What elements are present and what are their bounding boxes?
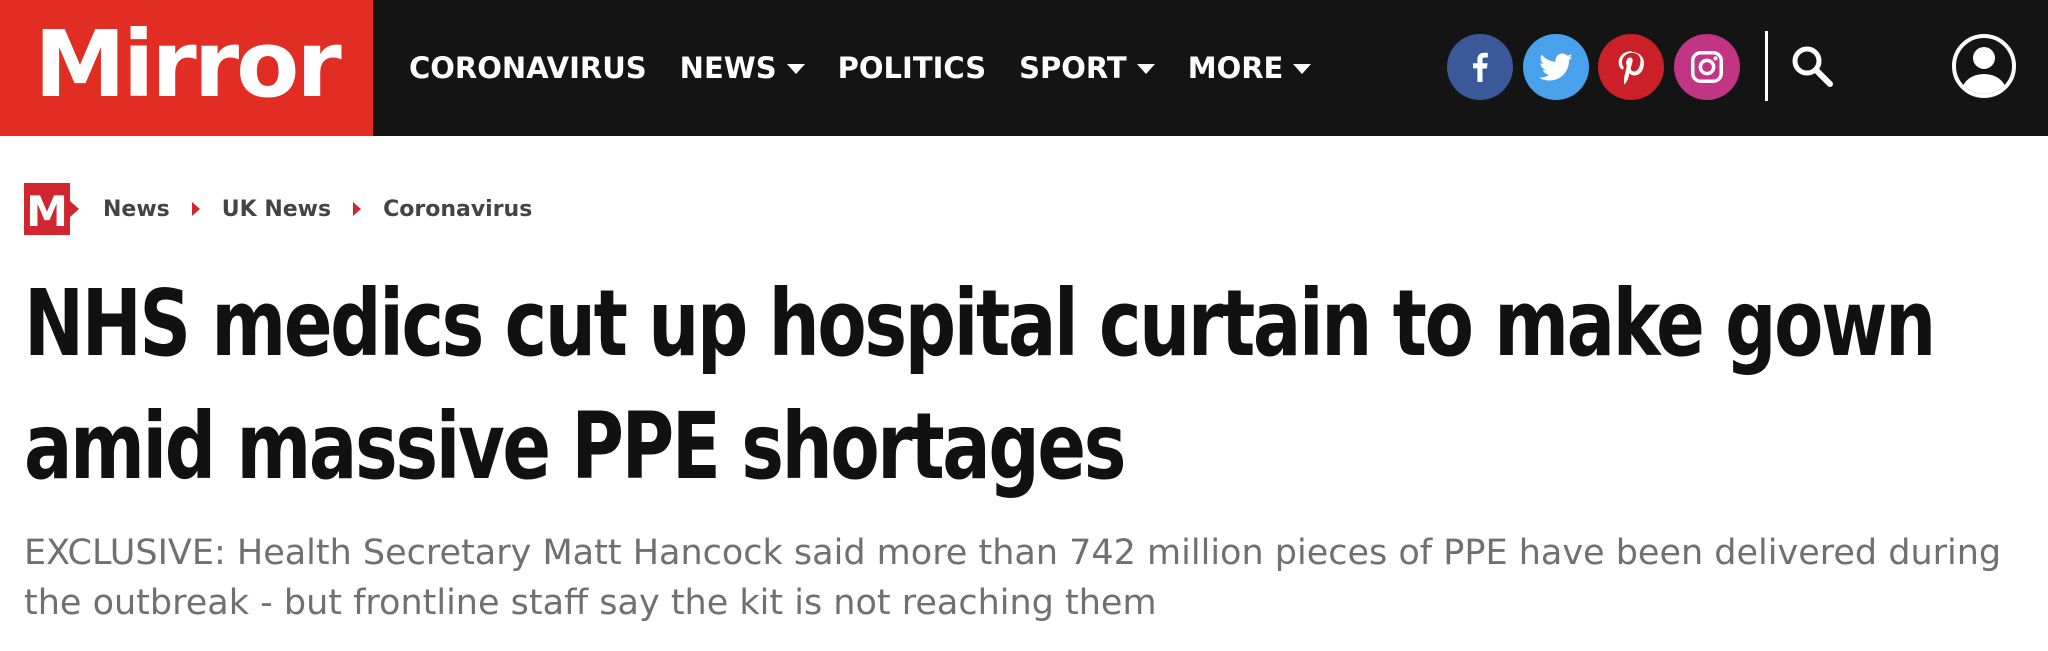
- logo-text: Mirror: [34, 11, 341, 118]
- chevron-right-icon: [353, 202, 362, 216]
- twitter-icon: [1539, 53, 1573, 81]
- chevron-down-icon: [786, 64, 805, 74]
- badge-letter: M: [26, 187, 68, 235]
- chevron-right-icon: [191, 202, 200, 216]
- mirror-m-badge-icon[interactable]: M: [24, 183, 79, 235]
- user-icon: [1952, 34, 2016, 98]
- chevron-down-icon: [1136, 64, 1155, 74]
- twitter-button[interactable]: [1523, 34, 1589, 100]
- breadcrumb-item-news[interactable]: News: [103, 197, 170, 222]
- nav-item-news[interactable]: NEWS: [680, 51, 805, 85]
- breadcrumb-item-coronavirus[interactable]: Coronavirus: [383, 197, 532, 222]
- search-button[interactable]: [1784, 38, 1840, 94]
- nav-divider: [1765, 31, 1768, 101]
- nav-item-politics[interactable]: POLITICS: [838, 51, 986, 85]
- article-standfirst: EXCLUSIVE: Health Secretary Matt Hancock…: [24, 533, 2002, 623]
- instagram-button[interactable]: [1674, 34, 1740, 100]
- nav-item-more[interactable]: MORE: [1188, 51, 1312, 85]
- pinterest-button[interactable]: [1598, 34, 1664, 100]
- chevron-down-icon: [1293, 64, 1312, 74]
- nav-item-coronavirus[interactable]: CORONAVIRUS: [409, 51, 647, 85]
- nav-item-label: POLITICS: [837, 51, 987, 85]
- search-icon: [1792, 46, 1833, 87]
- nav-item-label: SPORT: [1019, 51, 1127, 85]
- account-button[interactable]: [1951, 33, 2017, 99]
- nav-item-sport[interactable]: SPORT: [1019, 51, 1155, 85]
- mirror-logo[interactable]: Mirror: [0, 0, 373, 136]
- facebook-icon: [1473, 52, 1488, 82]
- instagram-icon: [1691, 51, 1723, 83]
- nav-item-label: MORE: [1187, 51, 1284, 85]
- facebook-button[interactable]: [1447, 34, 1513, 100]
- article-headline: NHS medics cut up hospital curtain to ma…: [24, 270, 1936, 500]
- main-nav: CORONAVIRUS NEWS POLITICS SPORT MORE: [409, 0, 1344, 136]
- breadcrumb: M News UK News Coronavirus: [24, 183, 532, 235]
- breadcrumb-item-uk-news[interactable]: UK News: [222, 197, 331, 222]
- nav-item-label: NEWS: [679, 51, 777, 85]
- pinterest-icon: [1618, 51, 1644, 85]
- nav-item-label: CORONAVIRUS: [409, 51, 647, 85]
- top-navigation-bar: Mirror CORONAVIRUS NEWS POLITICS SPORT M…: [0, 0, 2048, 136]
